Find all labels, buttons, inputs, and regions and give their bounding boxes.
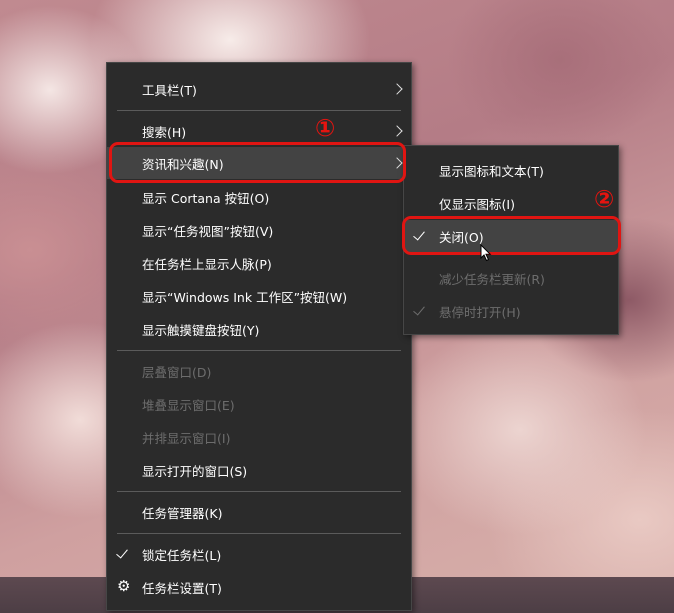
menu-item-show-people[interactable]: 在任务栏上显示人脉(P) <box>107 247 411 279</box>
checkmark-icon <box>413 303 425 316</box>
annotation-step-2: ② <box>594 185 615 213</box>
submenu-item-reduce-updates: 减少任务栏更新(R) <box>404 262 618 294</box>
menu-item-label: 显示“任务视图”按钮(V) <box>142 223 274 239</box>
menu-item-label: 显示图标和文本(T) <box>439 163 544 179</box>
menu-item-cascade-windows: 层叠窗口(D) <box>107 355 411 387</box>
menu-item-show-desktop[interactable]: 显示打开的窗口(S) <box>107 454 411 486</box>
menu-item-show-ink-workspace[interactable]: 显示“Windows Ink 工作区”按钮(W) <box>107 280 411 312</box>
menu-item-label: 显示打开的窗口(S) <box>142 463 248 479</box>
menu-item-label: 任务栏设置(T) <box>142 580 222 596</box>
menu-item-label: 任务管理器(K) <box>142 505 223 521</box>
checkmark-icon <box>116 546 128 559</box>
gear-icon: ⚙ <box>117 577 131 596</box>
menu-item-side-by-side: 并排显示窗口(I) <box>107 421 411 453</box>
chevron-right-icon <box>391 83 403 95</box>
highlight-box-news-interests <box>109 142 406 183</box>
menu-item-label: 减少任务栏更新(R) <box>439 271 545 287</box>
menu-item-lock-taskbar[interactable]: 锁定任务栏(L) <box>107 538 411 570</box>
menu-item-label: 锁定任务栏(L) <box>142 547 222 563</box>
menu-item-label: 堆叠显示窗口(E) <box>142 397 235 413</box>
menu-item-label: 层叠窗口(D) <box>142 364 212 380</box>
submenu-item-show-icon-text[interactable]: 显示图标和文本(T) <box>404 154 618 186</box>
menu-item-show-touch-keyboard[interactable]: 显示触摸键盘按钮(Y) <box>107 313 411 345</box>
menu-separator <box>117 491 401 492</box>
menu-item-taskbar-settings[interactable]: ⚙ 任务栏设置(T) <box>107 571 411 603</box>
menu-item-task-manager[interactable]: 任务管理器(K) <box>107 496 411 528</box>
menu-item-label: 悬停时打开(H) <box>439 304 521 320</box>
submenu-item-show-icon-only[interactable]: 仅显示图标(I) <box>404 187 618 219</box>
menu-separator <box>117 533 401 534</box>
menu-item-label: 并排显示窗口(I) <box>142 430 231 446</box>
menu-separator <box>117 350 401 351</box>
menu-item-label: 搜索(H) <box>142 124 187 140</box>
menu-item-stack-windows: 堆叠显示窗口(E) <box>107 388 411 420</box>
menu-separator <box>117 110 401 111</box>
menu-item-show-task-view[interactable]: 显示“任务视图”按钮(V) <box>107 214 411 246</box>
menu-item-label: 显示触摸键盘按钮(Y) <box>142 322 260 338</box>
menu-item-show-cortana[interactable]: 显示 Cortana 按钮(O) <box>107 181 411 213</box>
menu-item-label: 显示 Cortana 按钮(O) <box>142 190 270 206</box>
menu-item-label: 在任务栏上显示人脉(P) <box>142 256 272 272</box>
highlight-box-turn-off <box>402 216 621 255</box>
menu-item-toolbars[interactable]: 工具栏(T) <box>107 73 411 105</box>
chevron-right-icon <box>391 125 403 137</box>
menu-item-label: 显示“Windows Ink 工作区”按钮(W) <box>142 289 348 305</box>
submenu-item-open-on-hover: 悬停时打开(H) <box>404 295 618 327</box>
menu-item-label: 仅显示图标(I) <box>439 196 515 212</box>
menu-item-label: 工具栏(T) <box>142 82 197 98</box>
annotation-step-1: ① <box>315 114 336 142</box>
mouse-cursor-icon <box>480 244 492 262</box>
